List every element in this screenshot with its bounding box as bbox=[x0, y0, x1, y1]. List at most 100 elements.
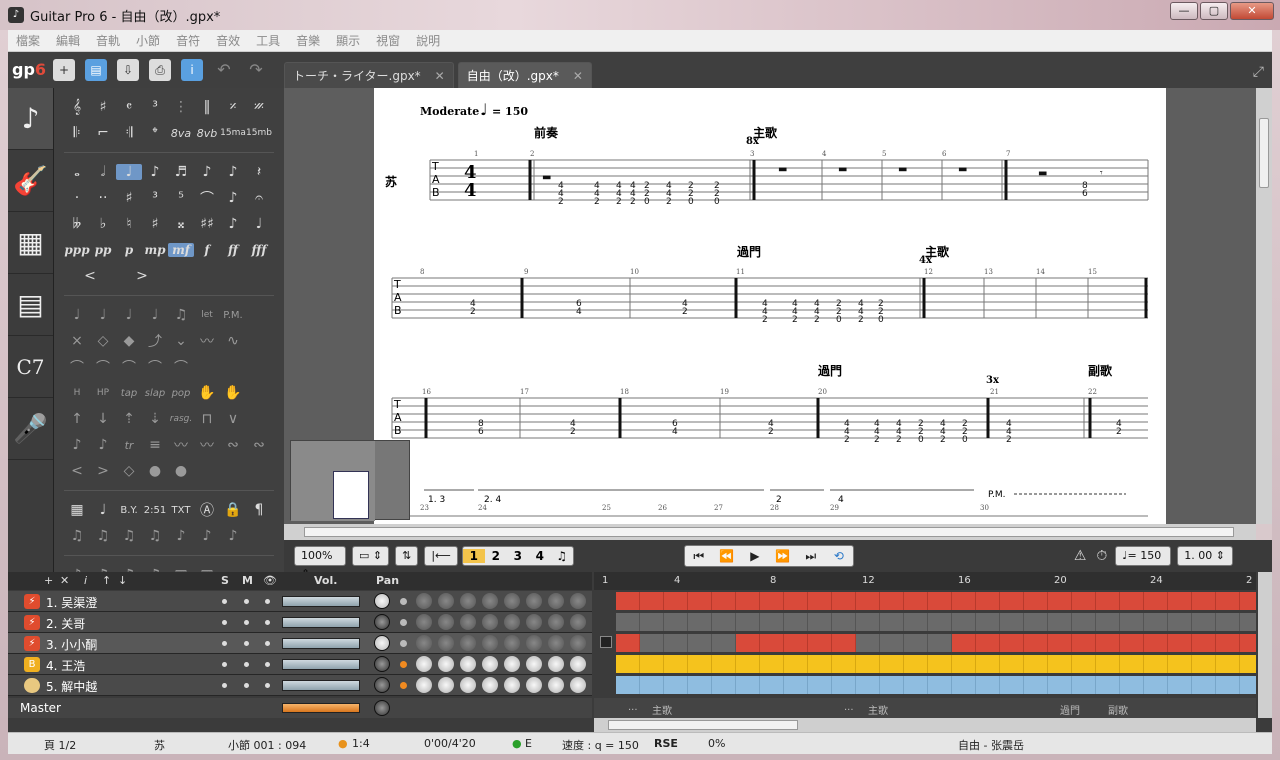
effect-led[interactable] bbox=[400, 661, 407, 668]
countdown-icon[interactable]: ⏱ bbox=[1096, 548, 1107, 564]
dead-note-icon[interactable]: × bbox=[64, 333, 90, 349]
bend-icon[interactable]: ⤴ bbox=[142, 331, 168, 351]
multitrack-toggle[interactable]: ⇅ bbox=[395, 546, 419, 566]
visibility-toggle[interactable] bbox=[265, 599, 270, 604]
scrollbar-thumb[interactable] bbox=[304, 527, 1234, 537]
rewind-icon[interactable]: ⏪ bbox=[713, 546, 741, 566]
volume-slider[interactable] bbox=[282, 596, 360, 607]
menu-sound[interactable]: 音樂 bbox=[288, 32, 328, 49]
double-dot-icon[interactable]: ·· bbox=[90, 190, 116, 206]
eighth-note-icon[interactable]: ♪ bbox=[142, 164, 168, 180]
maximize-button[interactable]: ▢ bbox=[1200, 2, 1228, 20]
effect-knob[interactable] bbox=[526, 635, 542, 651]
menu-help[interactable]: 說明 bbox=[408, 32, 448, 49]
repeat-two-bars-icon[interactable]: 𝄏 bbox=[246, 99, 272, 115]
pull-off-icon[interactable]: HP bbox=[90, 388, 116, 398]
effect-knob[interactable] bbox=[548, 593, 564, 609]
effect-knob[interactable] bbox=[482, 656, 498, 672]
menu-tools[interactable]: 工具 bbox=[248, 32, 288, 49]
effect-knob[interactable] bbox=[548, 614, 564, 630]
left-hand-icon[interactable]: ✋ bbox=[194, 385, 220, 401]
score-page[interactable]: Moderate ♩ = 150 前奏 主歌 8x 苏 T A B 4 4 1 … bbox=[374, 88, 1166, 524]
voice-1-button[interactable]: 1 bbox=[462, 549, 485, 563]
sharp-tuplet-icon[interactable]: ♯ bbox=[116, 190, 142, 206]
speed-box[interactable]: 1. 00 ⇕ bbox=[1177, 546, 1234, 566]
solo-toggle[interactable] bbox=[222, 599, 227, 604]
effect-knob[interactable] bbox=[504, 635, 520, 651]
pan-knob[interactable] bbox=[374, 656, 390, 672]
rasgueado-icon[interactable]: rasg. bbox=[168, 414, 194, 424]
volume-slider[interactable] bbox=[282, 659, 360, 670]
beam-break-icon[interactable]: ♫ bbox=[142, 528, 168, 544]
effect-knob[interactable] bbox=[570, 677, 586, 693]
volume-slider[interactable] bbox=[282, 638, 360, 649]
chord-diagram-icon[interactable]: ▦ bbox=[64, 502, 90, 518]
effect-knob[interactable] bbox=[526, 677, 542, 693]
effect-knob[interactable] bbox=[416, 677, 432, 693]
staccato-icon[interactable]: ♩ bbox=[142, 307, 168, 323]
instrument-panel-icon[interactable]: 🎸 bbox=[8, 150, 53, 212]
ottava-bassa-icon[interactable]: 8vb bbox=[194, 127, 220, 140]
master-volume-slider[interactable] bbox=[282, 703, 360, 713]
natural-icon[interactable]: ♮ bbox=[116, 216, 142, 232]
accent-icon[interactable]: ♩ bbox=[90, 307, 116, 323]
visibility-toggle[interactable] bbox=[265, 641, 270, 646]
effect-knob[interactable] bbox=[570, 614, 586, 630]
loop-icon[interactable]: ⟲ bbox=[825, 546, 853, 566]
sharp-icon[interactable]: ♯ bbox=[142, 216, 168, 232]
go-to-start-icon[interactable]: ⏮ bbox=[685, 546, 713, 566]
double-sharp-icon[interactable]: 𝄪 bbox=[168, 216, 194, 232]
triplet-feel-icon[interactable]: ³ bbox=[142, 99, 168, 115]
effect-knob[interactable] bbox=[526, 593, 542, 609]
track-info-icon[interactable]: i bbox=[84, 574, 87, 587]
effect-knob[interactable] bbox=[570, 593, 586, 609]
inverted-turn-icon[interactable]: ∾ bbox=[220, 437, 246, 453]
effect-knob[interactable] bbox=[482, 614, 498, 630]
golpe-plus-icon[interactable]: ● bbox=[168, 463, 194, 479]
effect-knob[interactable] bbox=[460, 677, 476, 693]
rest-icon[interactable]: 𝄽 bbox=[246, 164, 272, 180]
page-minimap[interactable] bbox=[290, 440, 410, 521]
metronome-icon[interactable]: ⚠ bbox=[1074, 548, 1087, 564]
effect-knob[interactable] bbox=[460, 614, 476, 630]
quindicesima-icon[interactable]: 15ma bbox=[220, 128, 246, 138]
effect-knob[interactable] bbox=[482, 635, 498, 651]
visibility-toggle[interactable] bbox=[265, 662, 270, 667]
effect-knob[interactable] bbox=[548, 635, 564, 651]
tuplet-5-icon[interactable]: ⁵ bbox=[168, 190, 194, 206]
delete-track-icon[interactable]: ✕ bbox=[60, 574, 69, 587]
menu-bar-menu[interactable]: 小節 bbox=[128, 32, 168, 49]
tremolo-bar-icon[interactable]: 〰 bbox=[168, 435, 194, 455]
dynamic-mf-icon[interactable]: mf bbox=[168, 243, 194, 257]
play-icon[interactable]: ▶ bbox=[741, 546, 769, 566]
quarter-note-icon[interactable]: ♩ bbox=[116, 164, 142, 180]
brush-up-icon[interactable]: ⇡ bbox=[116, 411, 142, 427]
golpe-icon[interactable]: ● bbox=[142, 463, 168, 479]
upstroke-icon[interactable]: ↑ bbox=[64, 411, 90, 427]
ghost-note-icon[interactable]: ♩ bbox=[64, 307, 90, 323]
dynamic-ff-icon[interactable]: ff bbox=[220, 243, 246, 257]
hammer-on-icon[interactable]: H bbox=[64, 388, 90, 398]
menu-effects[interactable]: 音效 bbox=[208, 32, 248, 49]
solo-toggle[interactable] bbox=[222, 662, 227, 667]
minimize-button[interactable]: — bbox=[1170, 2, 1198, 20]
voice-4-button[interactable]: 4 bbox=[529, 549, 551, 563]
tempo-box[interactable]: ♩= 150 bbox=[1115, 546, 1172, 566]
downstroke-icon[interactable]: ↓ bbox=[90, 411, 116, 427]
slash-note-icon[interactable]: ♪ bbox=[220, 216, 246, 232]
voice-link-icon[interactable]: ♫ bbox=[551, 549, 573, 563]
beam-icon[interactable]: ♫ bbox=[116, 528, 142, 544]
pan-knob[interactable] bbox=[374, 614, 390, 630]
menu-edit[interactable]: 編輯 bbox=[48, 32, 88, 49]
track-row-3[interactable]: ⚡ 3. 小小酮 bbox=[8, 633, 592, 654]
tempo-change-icon[interactable]: 2:51 bbox=[142, 505, 168, 516]
legato-icon[interactable]: ♫ bbox=[168, 307, 194, 323]
close-tab-icon[interactable]: ✕ bbox=[435, 63, 445, 88]
mute-toggle[interactable] bbox=[244, 641, 249, 646]
pilcrow-icon[interactable]: ¶ bbox=[246, 502, 272, 518]
notation-panel-icon[interactable]: ♪ bbox=[8, 88, 53, 150]
track-3-lane[interactable] bbox=[616, 634, 1256, 652]
solo-toggle[interactable] bbox=[222, 620, 227, 625]
whammy-icon[interactable]: ⌄ bbox=[168, 333, 194, 349]
track-row-1[interactable]: ⚡ 1. 吴渠澄 bbox=[8, 591, 592, 612]
